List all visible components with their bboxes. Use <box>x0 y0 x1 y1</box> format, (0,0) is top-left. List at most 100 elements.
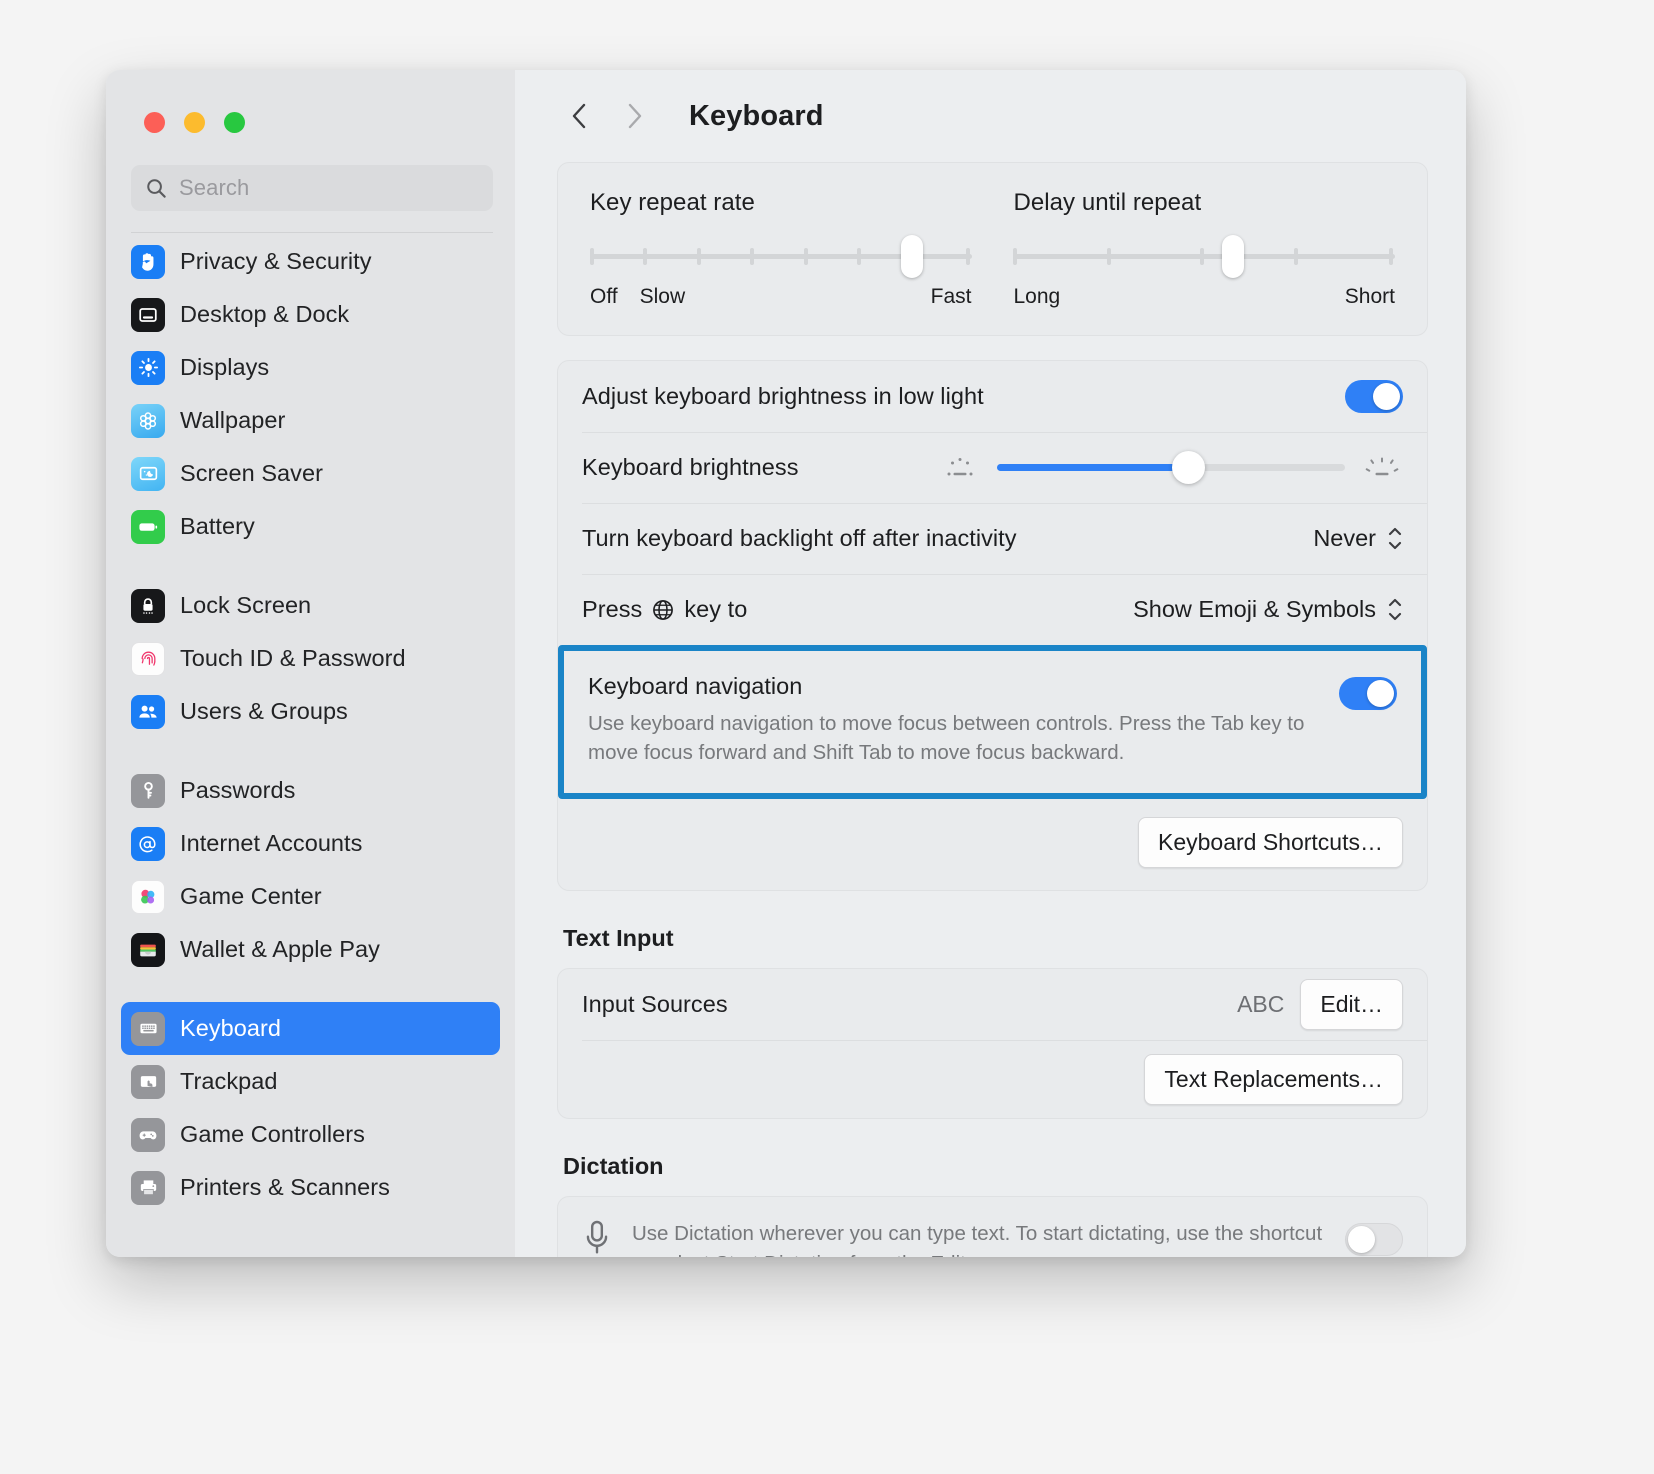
forward-button[interactable] <box>611 93 657 139</box>
settings-content: Key repeat rate Off Slow Fast Delay unti… <box>515 162 1466 1257</box>
trackpad-icon <box>131 1064 165 1099</box>
keyboard-brightness-control <box>939 451 1403 484</box>
row-press-globe-key: Press key to Show Emoji & Symbols <box>558 574 1427 645</box>
backlight-card: Adjust keyboard brightness in low light … <box>557 360 1428 892</box>
text-input-section-title: Text Input <box>563 925 674 952</box>
row-label: Turn keyboard backlight off after inacti… <box>582 525 1017 551</box>
lock-icon <box>131 588 165 623</box>
sidebar-item-touch-id-password[interactable]: Touch ID & Password <box>121 632 500 685</box>
delay-until-repeat-label: Delay until repeat <box>1013 189 1202 216</box>
slider-thumb[interactable] <box>901 235 924 278</box>
printer-icon <box>131 1170 165 1205</box>
backlight-inactivity-popup[interactable]: Never <box>1313 525 1403 552</box>
keyboard-brightness-slider[interactable] <box>997 451 1345 484</box>
desktop-background: Search Privacy & Security Desktop & Dock <box>0 0 1654 1474</box>
delay-until-repeat-slider[interactable] <box>1013 235 1395 278</box>
sidebar-item-label: Users & Groups <box>180 698 348 724</box>
row-keyboard-brightness: Keyboard brightness <box>558 432 1427 503</box>
key-repeat-legend: Off Slow Fast <box>590 285 972 309</box>
row-keyboard-navigation: Keyboard navigation Use keyboard navigat… <box>564 651 1421 794</box>
sidebar-item-label: Battery <box>180 513 255 539</box>
input-sources-label: Input Sources <box>582 991 728 1018</box>
sidebar-item-label: Passwords <box>180 777 296 803</box>
sidebar-item-displays[interactable]: Displays <box>121 341 500 394</box>
row-label: Adjust keyboard brightness in low light <box>582 383 984 409</box>
key-repeat-fast-label: Fast <box>930 285 972 308</box>
microphone-icon <box>586 1221 608 1254</box>
sidebar-item-label: Screen Saver <box>180 460 323 486</box>
sidebar-item-printers-scanners[interactable]: Printers & Scanners <box>121 1161 500 1214</box>
page-title: Keyboard <box>689 99 824 132</box>
key-repeat-rate-label: Key repeat rate <box>590 189 755 216</box>
keyboard-navigation-description: Use keyboard navigation to move focus be… <box>588 712 1305 765</box>
chevron-left-icon <box>572 103 586 129</box>
display-brightness-icon <box>131 350 165 385</box>
wallet-icon <box>131 932 165 967</box>
sidebar-item-screen-saver[interactable]: Screen Saver <box>121 447 500 500</box>
row-input-sources: Input Sources ABC Edit… <box>558 969 1427 1040</box>
row-backlight-off-inactivity: Turn keyboard backlight off after inacti… <box>558 503 1427 574</box>
sidebar-item-lock-screen[interactable]: Lock Screen <box>121 579 500 632</box>
dictation-toggle[interactable] <box>1345 1223 1403 1257</box>
back-button[interactable] <box>557 93 603 139</box>
search-placeholder: Search <box>179 175 250 200</box>
toolbar: Keyboard <box>515 70 1466 162</box>
sidebar-group-2: Lock Screen Touch ID & Password Users & … <box>121 579 500 738</box>
sidebar-item-game-center[interactable]: Game Center <box>121 870 500 923</box>
game-controller-icon <box>131 1117 165 1152</box>
sidebar-item-internet-accounts[interactable]: Internet Accounts <box>121 817 500 870</box>
sidebar-item-keyboard[interactable]: Keyboard <box>121 1002 500 1055</box>
brightness-high-icon <box>1365 457 1399 475</box>
delay-long-label: Long <box>1013 285 1061 308</box>
key-repeat-rate-group: Key repeat rate Off Slow Fast <box>578 189 984 309</box>
sidebar-item-wallet-apple-pay[interactable]: Wallet & Apple Pay <box>121 923 500 976</box>
sidebar-item-label: Game Controllers <box>180 1121 365 1147</box>
key-repeat-rate-slider[interactable] <box>589 235 972 278</box>
sidebar-item-battery[interactable]: Battery <box>121 500 500 553</box>
brightness-low-icon <box>947 457 973 475</box>
text-replacements-button[interactable]: Text Replacements… <box>1144 1053 1403 1105</box>
sidebar-item-users-groups[interactable]: Users & Groups <box>121 685 500 738</box>
chevron-up-down-icon <box>1387 598 1403 621</box>
traffic-lights <box>106 70 515 133</box>
close-button[interactable] <box>144 112 165 133</box>
sidebar-item-privacy-security[interactable]: Privacy & Security <box>121 235 500 288</box>
sidebar-item-label: Wallpaper <box>180 407 286 433</box>
popup-value: Show Emoji & Symbols <box>1133 596 1376 622</box>
sidebar-item-wallpaper[interactable]: Wallpaper <box>121 394 500 447</box>
text-input-card: Input Sources ABC Edit… Text Replacement… <box>557 968 1428 1120</box>
sidebar-item-game-controllers[interactable]: Game Controllers <box>121 1108 500 1161</box>
sidebar-group-1: Privacy & Security Desktop & Dock Displa… <box>121 235 500 553</box>
keyboard-navigation-texts: Keyboard navigation Use keyboard navigat… <box>588 673 1339 767</box>
sidebar-item-label: Internet Accounts <box>180 830 363 856</box>
key-repeat-slow-label: Slow <box>639 285 686 308</box>
search-input[interactable]: Search <box>131 165 493 211</box>
hand-raised-icon <box>131 244 165 279</box>
keyboard-shortcuts-button[interactable]: Keyboard Shortcuts… <box>1137 817 1403 869</box>
desktop-dock-icon <box>131 297 165 332</box>
search-icon <box>147 178 166 198</box>
sidebar-item-label: Printers & Scanners <box>180 1174 390 1200</box>
keyboard-navigation-toggle[interactable] <box>1339 677 1397 710</box>
sidebar-item-desktop-dock[interactable]: Desktop & Dock <box>121 288 500 341</box>
globe-key-action-popup[interactable]: Show Emoji & Symbols <box>1133 596 1403 623</box>
sidebar: Search Privacy & Security Desktop & Dock <box>106 70 515 1257</box>
slider-thumb[interactable] <box>1221 235 1244 278</box>
input-sources-value: ABC <box>1237 991 1285 1018</box>
row-text-replacements: Text Replacements… <box>558 1040 1427 1118</box>
sidebar-item-passwords[interactable]: Passwords <box>121 764 500 817</box>
sidebar-item-trackpad[interactable]: Trackpad <box>121 1055 500 1108</box>
wallpaper-flower-icon <box>131 403 165 438</box>
zoom-button[interactable] <box>224 112 245 133</box>
sidebar-item-label: Touch ID & Password <box>180 645 406 671</box>
slider-thumb[interactable] <box>1172 451 1206 484</box>
sidebar-item-label: Game Center <box>180 883 322 909</box>
at-sign-icon <box>131 826 165 861</box>
row-label: Keyboard brightness <box>582 454 799 480</box>
edit-input-sources-button[interactable]: Edit… <box>1300 979 1403 1031</box>
detail-pane: Keyboard Key repeat rate Off Slow Fast D… <box>515 70 1466 1257</box>
adjust-brightness-toggle[interactable] <box>1345 380 1403 413</box>
fingerprint-icon <box>131 641 165 676</box>
minimize-button[interactable] <box>184 112 205 133</box>
globe-icon <box>653 599 674 620</box>
